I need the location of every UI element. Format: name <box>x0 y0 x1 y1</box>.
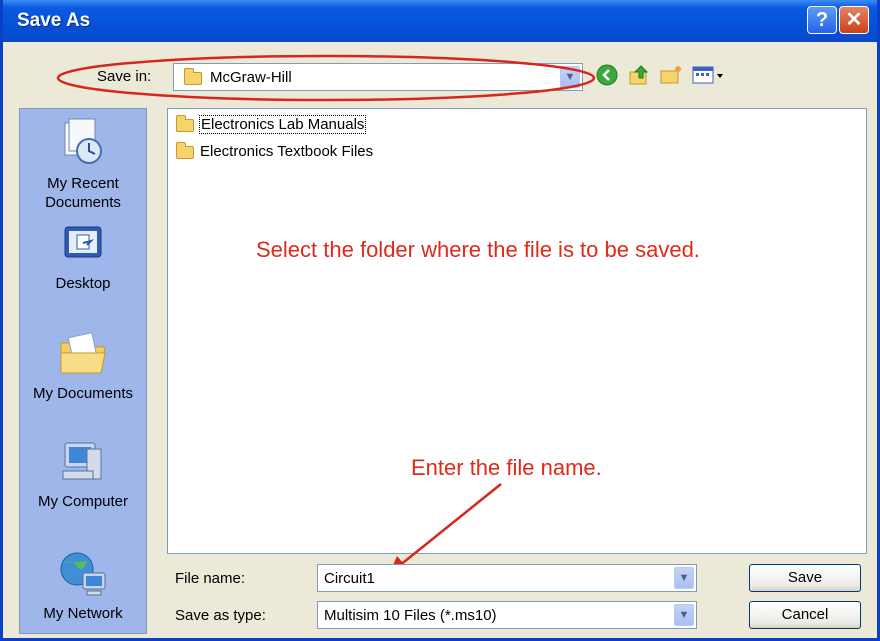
chevron-down-icon[interactable]: ▼ <box>674 604 694 626</box>
my-computer-icon <box>62 442 102 480</box>
place-my-computer[interactable]: My Computer <box>20 439 146 511</box>
place-my-recent-documents[interactable]: My Recent Documents <box>20 117 146 212</box>
save-button[interactable]: Save <box>749 564 861 592</box>
desktop-icon <box>64 226 102 258</box>
place-desktop[interactable]: Desktop <box>20 221 146 293</box>
chevron-down-icon[interactable]: ▼ <box>560 66 580 88</box>
folder-icon <box>176 115 194 132</box>
save-as-type-value: Multisim 10 Files (*.ms10) <box>324 607 497 624</box>
dialog-title: Save As <box>17 10 91 31</box>
cancel-button[interactable]: Cancel <box>749 601 861 629</box>
annotation-enter-name: Enter the file name. <box>411 455 602 480</box>
chevron-down-icon[interactable]: ▼ <box>674 567 694 589</box>
file-list[interactable]: Electronics Lab Manuals Electronics Text… <box>167 108 867 554</box>
save-in-value: McGraw-Hill <box>210 69 292 86</box>
place-label: My Computer <box>37 493 129 510</box>
file-name-label: File name: <box>175 570 246 587</box>
place-label: My Network <box>43 605 123 622</box>
places-bar: My Recent Documents Desktop My Documents <box>19 108 147 634</box>
folder-icon <box>176 142 194 159</box>
back-icon[interactable] <box>595 63 619 87</box>
save-in-label: Save in: <box>97 68 152 85</box>
file-name: Electronics Textbook Files <box>200 143 374 160</box>
place-my-network[interactable]: My Network <box>20 549 146 623</box>
title-bar[interactable]: Save As ? ✕ <box>3 0 877 42</box>
folder-icon <box>184 68 202 85</box>
place-label: My Documents <box>32 385 134 402</box>
views-menu-icon[interactable] <box>691 63 725 87</box>
file-name-input[interactable]: Circuit1 ▼ <box>317 564 697 592</box>
save-as-type-select[interactable]: Multisim 10 Files (*.ms10) ▼ <box>317 601 697 629</box>
save-in-dropdown[interactable]: McGraw-Hill ▼ <box>173 63 583 91</box>
new-folder-icon[interactable] <box>659 63 683 87</box>
up-folder-icon[interactable] <box>627 63 651 87</box>
my-documents-icon <box>60 332 106 374</box>
place-label: Desktop <box>55 275 111 292</box>
save-as-type-label: Save as type: <box>175 607 266 624</box>
recent-documents-icon <box>64 118 102 164</box>
save-as-dialog: Save As ? ✕ Save in: McGraw-Hill ▼ My Re… <box>0 0 880 641</box>
help-button[interactable]: ? <box>807 6 837 34</box>
place-my-documents[interactable]: My Documents <box>20 327 146 403</box>
close-button[interactable]: ✕ <box>839 6 869 34</box>
file-name: Electronics Lab Manuals <box>198 115 367 134</box>
place-label: My Recent Documents <box>45 175 121 211</box>
file-name-value: Circuit1 <box>324 570 375 587</box>
my-network-icon <box>60 552 106 596</box>
annotation-select-folder: Select the folder where the file is to b… <box>256 237 700 262</box>
